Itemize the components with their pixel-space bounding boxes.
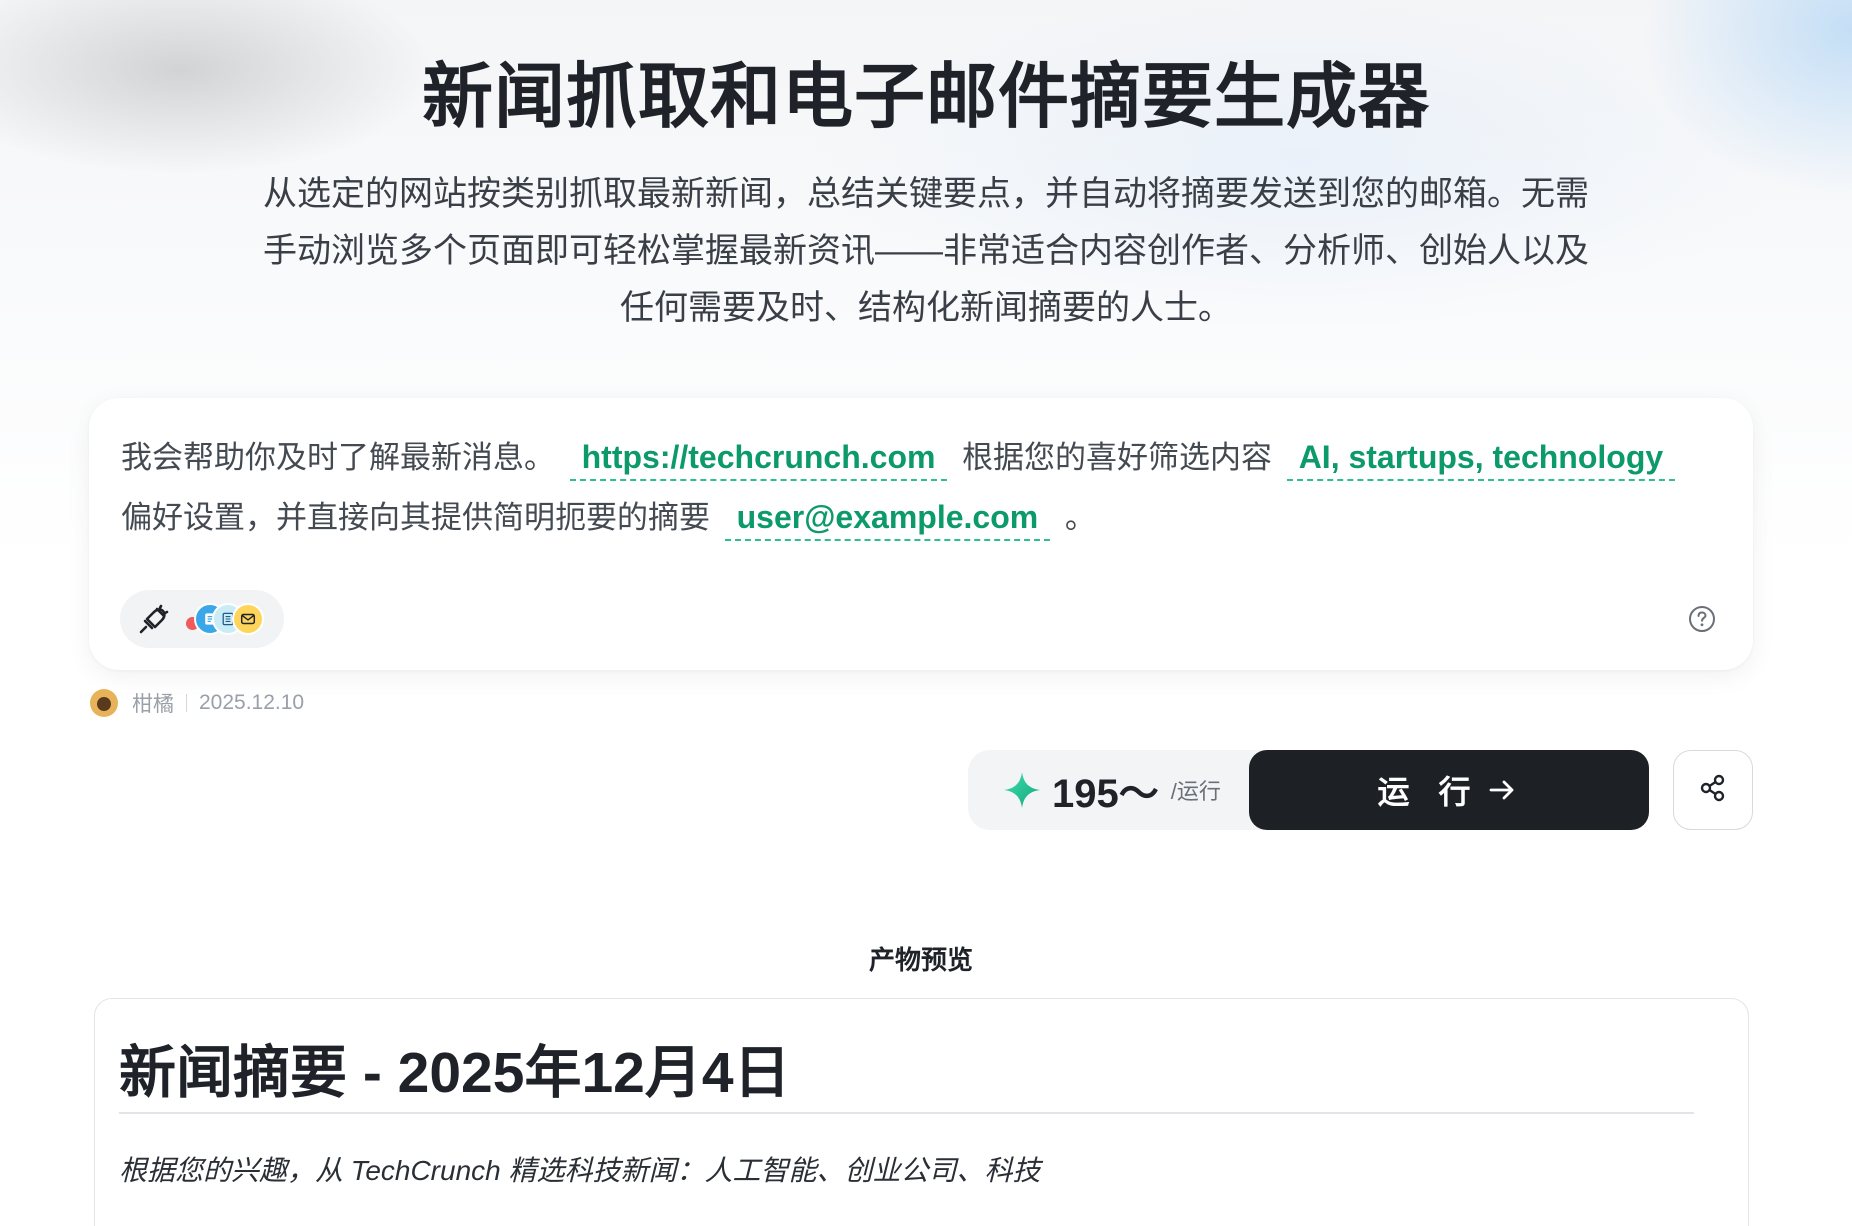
doc-title: 新闻摘要 - 2025年12月4日 xyxy=(119,1041,791,1105)
page-title: 新闻抓取和电子邮件摘要生成器 xyxy=(421,58,1430,137)
share-icon xyxy=(1697,772,1729,809)
tool-icons[interactable] xyxy=(186,601,276,637)
prompt-text: 我会帮助你及时了解最新消息。 https://techcrunch.com 根据… xyxy=(121,428,1731,548)
divider xyxy=(186,694,187,712)
author-name[interactable]: 柑橘 xyxy=(132,688,174,718)
cost-value: 195～ xyxy=(1052,772,1159,816)
email-variable-field[interactable]: user@example.com xyxy=(724,495,1051,541)
preview-card: 新闻摘要 - 2025年12月4日 根据您的兴趣，从 TechCrunch 精选… xyxy=(94,998,1749,1226)
arrow-right-icon xyxy=(1484,772,1520,808)
preview-heading: 产物预览 xyxy=(868,945,973,975)
topics-variable-field[interactable]: AI, startups, technology xyxy=(1286,435,1676,481)
prompt-text-segment: 根据您的喜好筛选内容 xyxy=(962,440,1273,475)
prompt-card: 我会帮助你及时了解最新消息。 https://techcrunch.com 根据… xyxy=(89,398,1753,670)
website-variable-field[interactable]: https://techcrunch.com xyxy=(569,435,948,481)
avatar[interactable] xyxy=(90,689,118,717)
mail-tool-icon xyxy=(232,603,264,635)
author-meta: 柑橘 2025.12.10 xyxy=(90,688,304,718)
prompt-text-segment: 。 xyxy=(1064,500,1096,535)
prompt-text-segment: 偏好设置，并直接向其提供简明扼要的摘要 xyxy=(121,500,710,535)
share-button[interactable] xyxy=(1673,750,1753,830)
cost-unit: /运行 xyxy=(1170,779,1221,804)
divider xyxy=(119,1112,1694,1114)
doc-subtitle: 根据您的兴趣，从 TechCrunch 精选科技新闻：人工智能、创业公司、科技 xyxy=(119,1155,1041,1186)
run-button[interactable]: 运 行 xyxy=(1249,750,1649,830)
page-description: 从选定的网站按类别抓取最新新闻，总结关键要点，并自动将摘要发送到您的邮箱。无需手… xyxy=(263,175,1589,327)
plug-icon[interactable] xyxy=(136,601,172,637)
run-button-label: 运 行 xyxy=(1377,774,1481,810)
sparkle-icon xyxy=(1002,770,1042,810)
page: 新闻抓取和电子邮件摘要生成器 从选定的网站按类别抓取最新新闻，总结关键要点，并自… xyxy=(0,0,1852,1226)
tools-toolbar[interactable] xyxy=(120,590,284,648)
cost-display: 195～ /运行 xyxy=(968,750,1288,830)
publish-date: 2025.12.10 xyxy=(199,691,305,714)
help-icon[interactable] xyxy=(1687,604,1717,634)
prompt-text-segment: 我会帮助你及时了解最新消息。 xyxy=(121,440,555,475)
